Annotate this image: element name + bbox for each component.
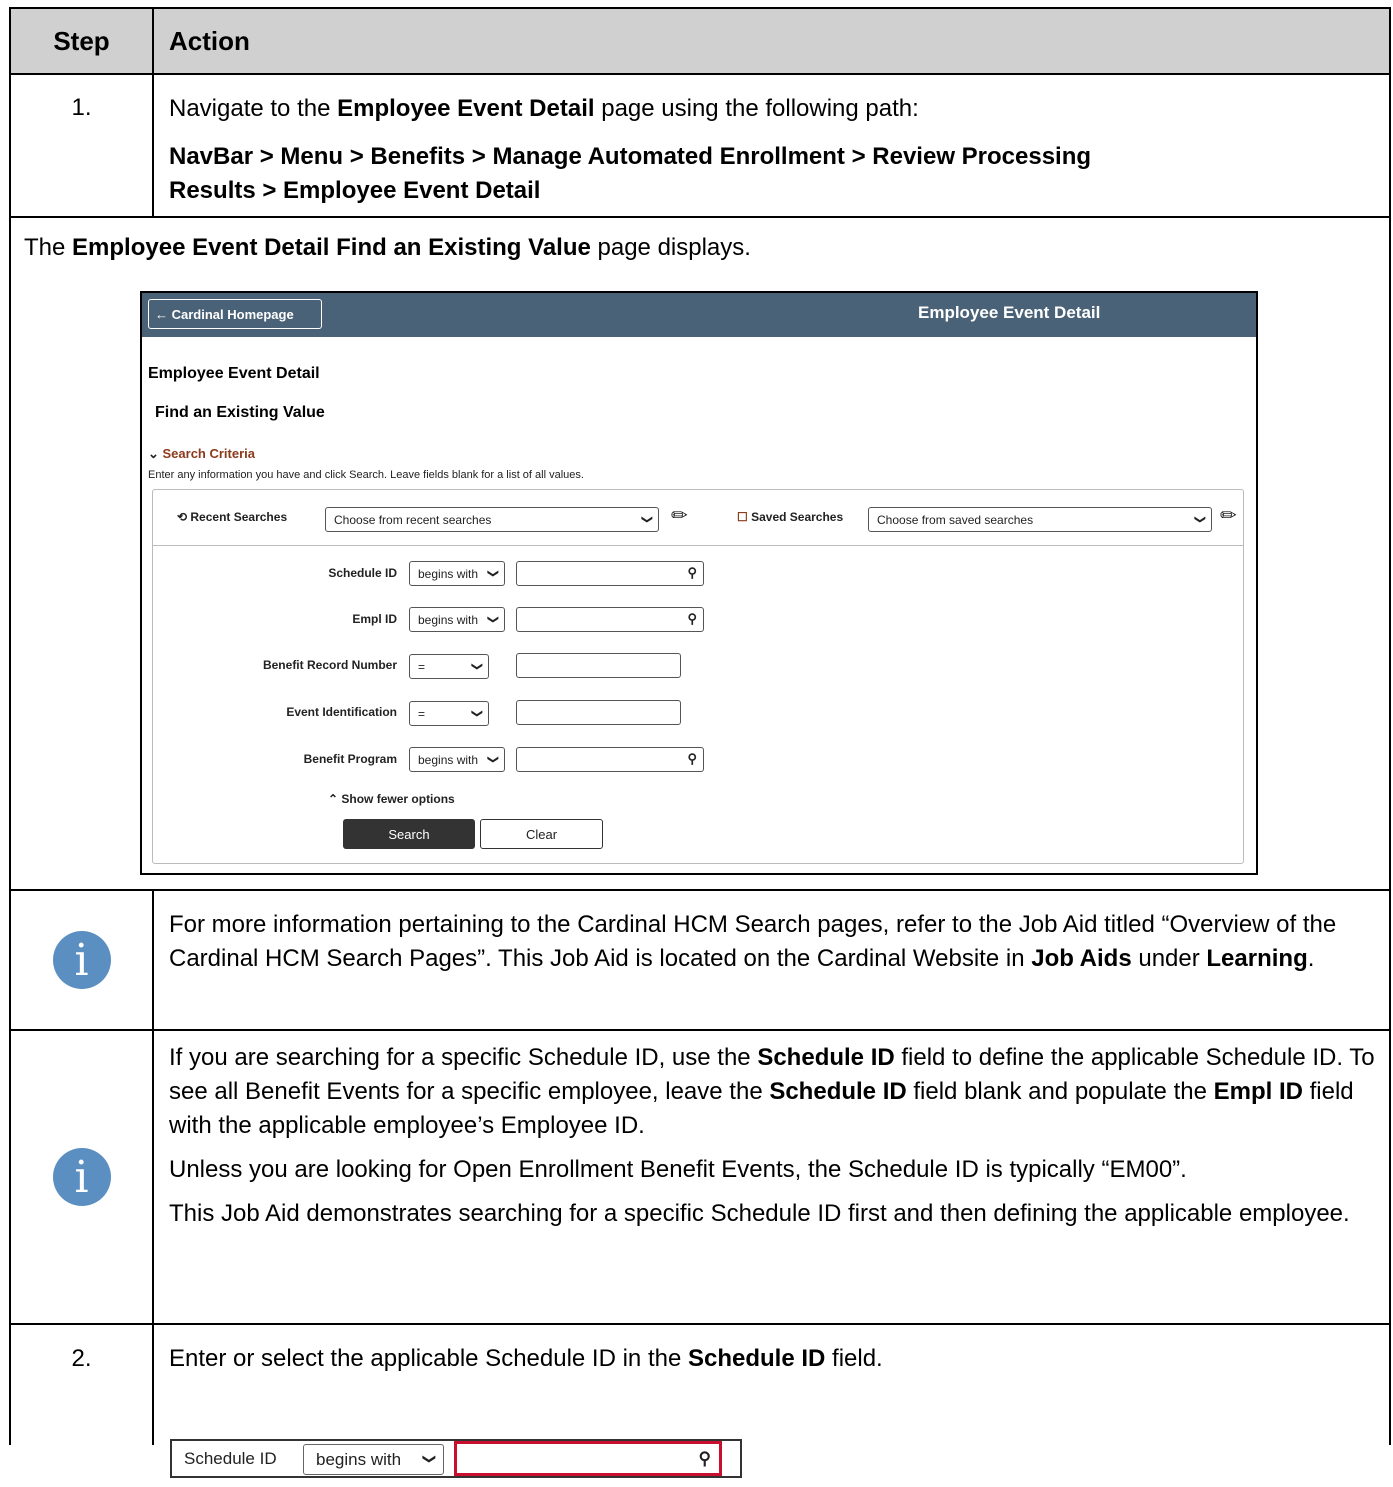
schedule-id-label: Schedule ID: [328, 566, 397, 580]
empl-id-input[interactable]: ⚲: [516, 607, 704, 632]
show-fewer-options-link[interactable]: ⌃ Show fewer options: [328, 792, 455, 806]
benefit-record-number-input[interactable]: [516, 653, 681, 678]
history-icon: ⟲: [177, 510, 191, 524]
table-header: Step Action: [11, 9, 1389, 75]
search-icon[interactable]: ⚲: [687, 565, 697, 581]
benefit-program-input[interactable]: ⚲: [516, 747, 704, 772]
chevron-down-icon: ❯: [640, 514, 653, 525]
info-row-2: i If you are searching for a specific Sc…: [11, 1031, 1389, 1325]
recent-searches-select[interactable]: Choose from recent searches ❯: [325, 507, 659, 532]
chevron-down-icon: ❯: [486, 568, 499, 579]
empl-id-operator[interactable]: begins with ❯: [409, 607, 505, 632]
schedule-id-input-highlighted[interactable]: ⚲: [454, 1441, 722, 1476]
bookmark-icon: ☐: [737, 510, 752, 524]
step-1-row: 1. Navigate to the Employee Event Detail…: [11, 75, 1389, 218]
clear-button[interactable]: Clear: [480, 819, 603, 849]
search-page-screenshot: ← Cardinal Homepage Employee Event Detai…: [140, 291, 1258, 875]
step-number: 2.: [11, 1325, 154, 1445]
benefit-record-number-operator[interactable]: = ❯: [409, 654, 489, 679]
search-icon[interactable]: ⚲: [687, 751, 697, 767]
saved-searches-label: ☐ Saved Searches: [737, 510, 844, 524]
banner-title: Employee Event Detail: [918, 303, 1101, 322]
chevron-down-icon: ⌄: [148, 446, 163, 461]
info-2-text: If you are searching for a specific Sche…: [169, 1044, 1375, 1227]
schedule-id-field-closeup: Schedule ID begins with ❯ ⚲: [170, 1439, 742, 1478]
benefit-record-number-label: Benefit Record Number: [262, 658, 397, 672]
benefit-program-label: Benefit Program: [303, 752, 397, 766]
chevron-down-icon: ❯: [470, 708, 483, 719]
chevron-down-icon: ❯: [486, 754, 499, 765]
info-icon: i: [52, 1148, 111, 1206]
search-hint: Enter any information you have and click…: [148, 469, 584, 481]
search-icon[interactable]: ⚲: [687, 611, 697, 627]
edit-pencil-icon[interactable]: ✏: [671, 503, 688, 528]
recent-searches-label: ⟲ Recent Searches: [177, 510, 288, 524]
chevron-up-icon: ⌃: [328, 792, 342, 806]
chevron-down-icon: ❯: [1193, 514, 1206, 525]
arrow-left-icon: ←: [155, 306, 172, 322]
page-subtitle: Find an Existing Value: [155, 404, 325, 421]
schedule-id-input[interactable]: ⚲: [516, 561, 704, 586]
benefit-program-operator[interactable]: begins with ❯: [409, 747, 505, 772]
schedule-id-operator[interactable]: begins with ❯: [303, 1444, 444, 1475]
banner: ← Cardinal Homepage Employee Event Detai…: [142, 293, 1256, 337]
schedule-id-label: Schedule ID: [184, 1449, 277, 1468]
chevron-down-icon: ❯: [470, 661, 483, 672]
header-action: Action: [169, 25, 250, 56]
header-step: Step: [11, 9, 154, 73]
event-identification-operator[interactable]: = ❯: [409, 701, 489, 726]
step-1-text: Navigate to the Employee Event Detail pa…: [154, 75, 1389, 216]
info-row-1: i For more information pertaining to the…: [11, 891, 1389, 1031]
event-identification-input[interactable]: [516, 700, 681, 725]
info-1-text: For more information pertaining to the C…: [169, 911, 1337, 972]
schedule-id-operator[interactable]: begins with ❯: [409, 561, 505, 586]
info-icon: i: [52, 931, 111, 989]
search-criteria-toggle[interactable]: ⌄ Search Criteria: [148, 446, 255, 462]
step-number: 1.: [11, 75, 154, 216]
chevron-down-icon: ❯: [486, 614, 499, 625]
search-icon[interactable]: ⚲: [699, 1449, 711, 1469]
edit-pencil-icon[interactable]: ✏: [1220, 503, 1237, 528]
search-panel: ⟲ Recent Searches Choose from recent sea…: [152, 489, 1244, 864]
chevron-down-icon: ❯: [422, 1453, 438, 1465]
search-button[interactable]: Search: [343, 819, 475, 849]
nav-path: NavBar > Menu > Benefits > Manage Automa…: [169, 143, 1092, 204]
step-2-row: 2. Enter or select the applicable Schedu…: [11, 1325, 1389, 1445]
event-identification-label: Event Identification: [286, 705, 397, 719]
empl-id-label: Empl ID: [352, 612, 397, 626]
cardinal-homepage-button[interactable]: ← Cardinal Homepage: [148, 299, 322, 329]
page-title: Employee Event Detail: [148, 365, 320, 382]
step-2-text: Enter or select the applicable Schedule …: [169, 1345, 883, 1372]
saved-searches-select[interactable]: Choose from saved searches ❯: [868, 507, 1212, 532]
